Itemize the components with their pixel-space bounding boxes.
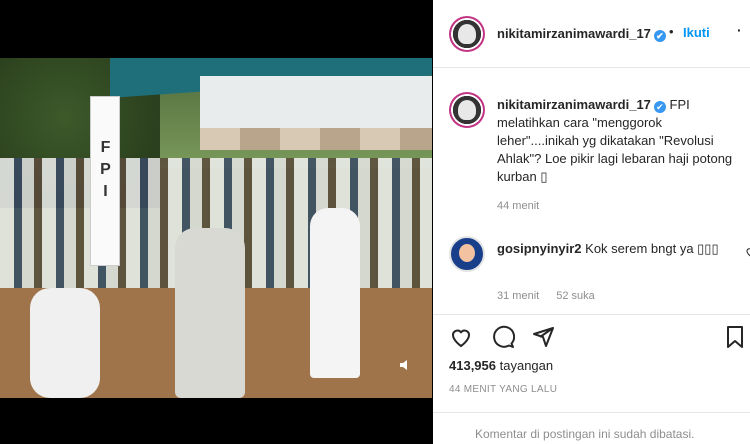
comment-likes[interactable]: 52 suka	[556, 290, 595, 302]
video-scene-person	[30, 288, 100, 398]
video-scene-person	[310, 208, 360, 378]
caption-text: nikitamirzanimawardi_17 ✔ FPI melatihkan …	[497, 96, 747, 186]
video-sign-text: FPI	[100, 139, 112, 200]
post-side-panel: nikitamirzanimawardi_17 ✔ • Ikuti · nikit…	[433, 0, 750, 444]
verified-badge-icon: ✔	[653, 30, 666, 42]
post-video[interactable]: FPI	[0, 58, 432, 398]
video-scene-person	[175, 228, 245, 398]
comment-text: gosipnyinyir2 Kok serem bngt ya ▯▯▯	[497, 240, 727, 258]
post-actions-bar	[433, 314, 750, 354]
comment-icon[interactable]	[491, 325, 516, 349]
comment-like-heart-icon[interactable]	[745, 246, 750, 261]
comment-body: Kok serem bngt ya ▯▯▯	[585, 241, 719, 256]
avatar[interactable]	[449, 16, 485, 52]
caption-username[interactable]: nikitamirzanimawardi_17	[497, 97, 651, 112]
bookmark-icon[interactable]	[723, 325, 747, 349]
comment-timestamp[interactable]: 31 menit	[497, 290, 539, 302]
instagram-post-embed: FPI nikitamirzanimawardi_17 ✔ • Ikuti · n…	[0, 0, 750, 444]
video-scene-tent-roof	[200, 76, 432, 136]
comment-meta: 31 menit 52 suka	[497, 290, 609, 302]
speaker-icon[interactable]	[396, 358, 414, 374]
verified-badge-icon: ✔	[653, 101, 666, 113]
follow-button[interactable]: Ikuti	[683, 25, 710, 40]
video-scene-banner	[200, 128, 432, 150]
comment-restriction-footer: Komentar di postingan ini sudah dibatasi…	[433, 412, 750, 444]
avatar[interactable]	[449, 92, 485, 128]
comment-username[interactable]: gosipnyinyir2	[497, 241, 582, 256]
header-username[interactable]: nikitamirzanimawardi_17 ✔	[497, 26, 666, 42]
posted-time[interactable]: 44 MENIT YANG LALU	[449, 384, 557, 395]
views-count[interactable]: 413,956 tayangan	[449, 358, 553, 373]
more-options-icon[interactable]: ·	[737, 22, 742, 38]
separator-dot: •	[669, 24, 674, 39]
caption-timestamp[interactable]: 44 menit	[497, 200, 539, 212]
post-header: nikitamirzanimawardi_17 ✔ • Ikuti ·	[433, 0, 750, 68]
share-icon[interactable]	[531, 325, 555, 349]
video-scene-sign: FPI	[90, 96, 120, 266]
avatar[interactable]	[449, 236, 485, 272]
comments-disabled-notice: Komentar di postingan ini sudah dibatasi…	[475, 427, 695, 441]
heart-icon[interactable]	[449, 325, 473, 349]
